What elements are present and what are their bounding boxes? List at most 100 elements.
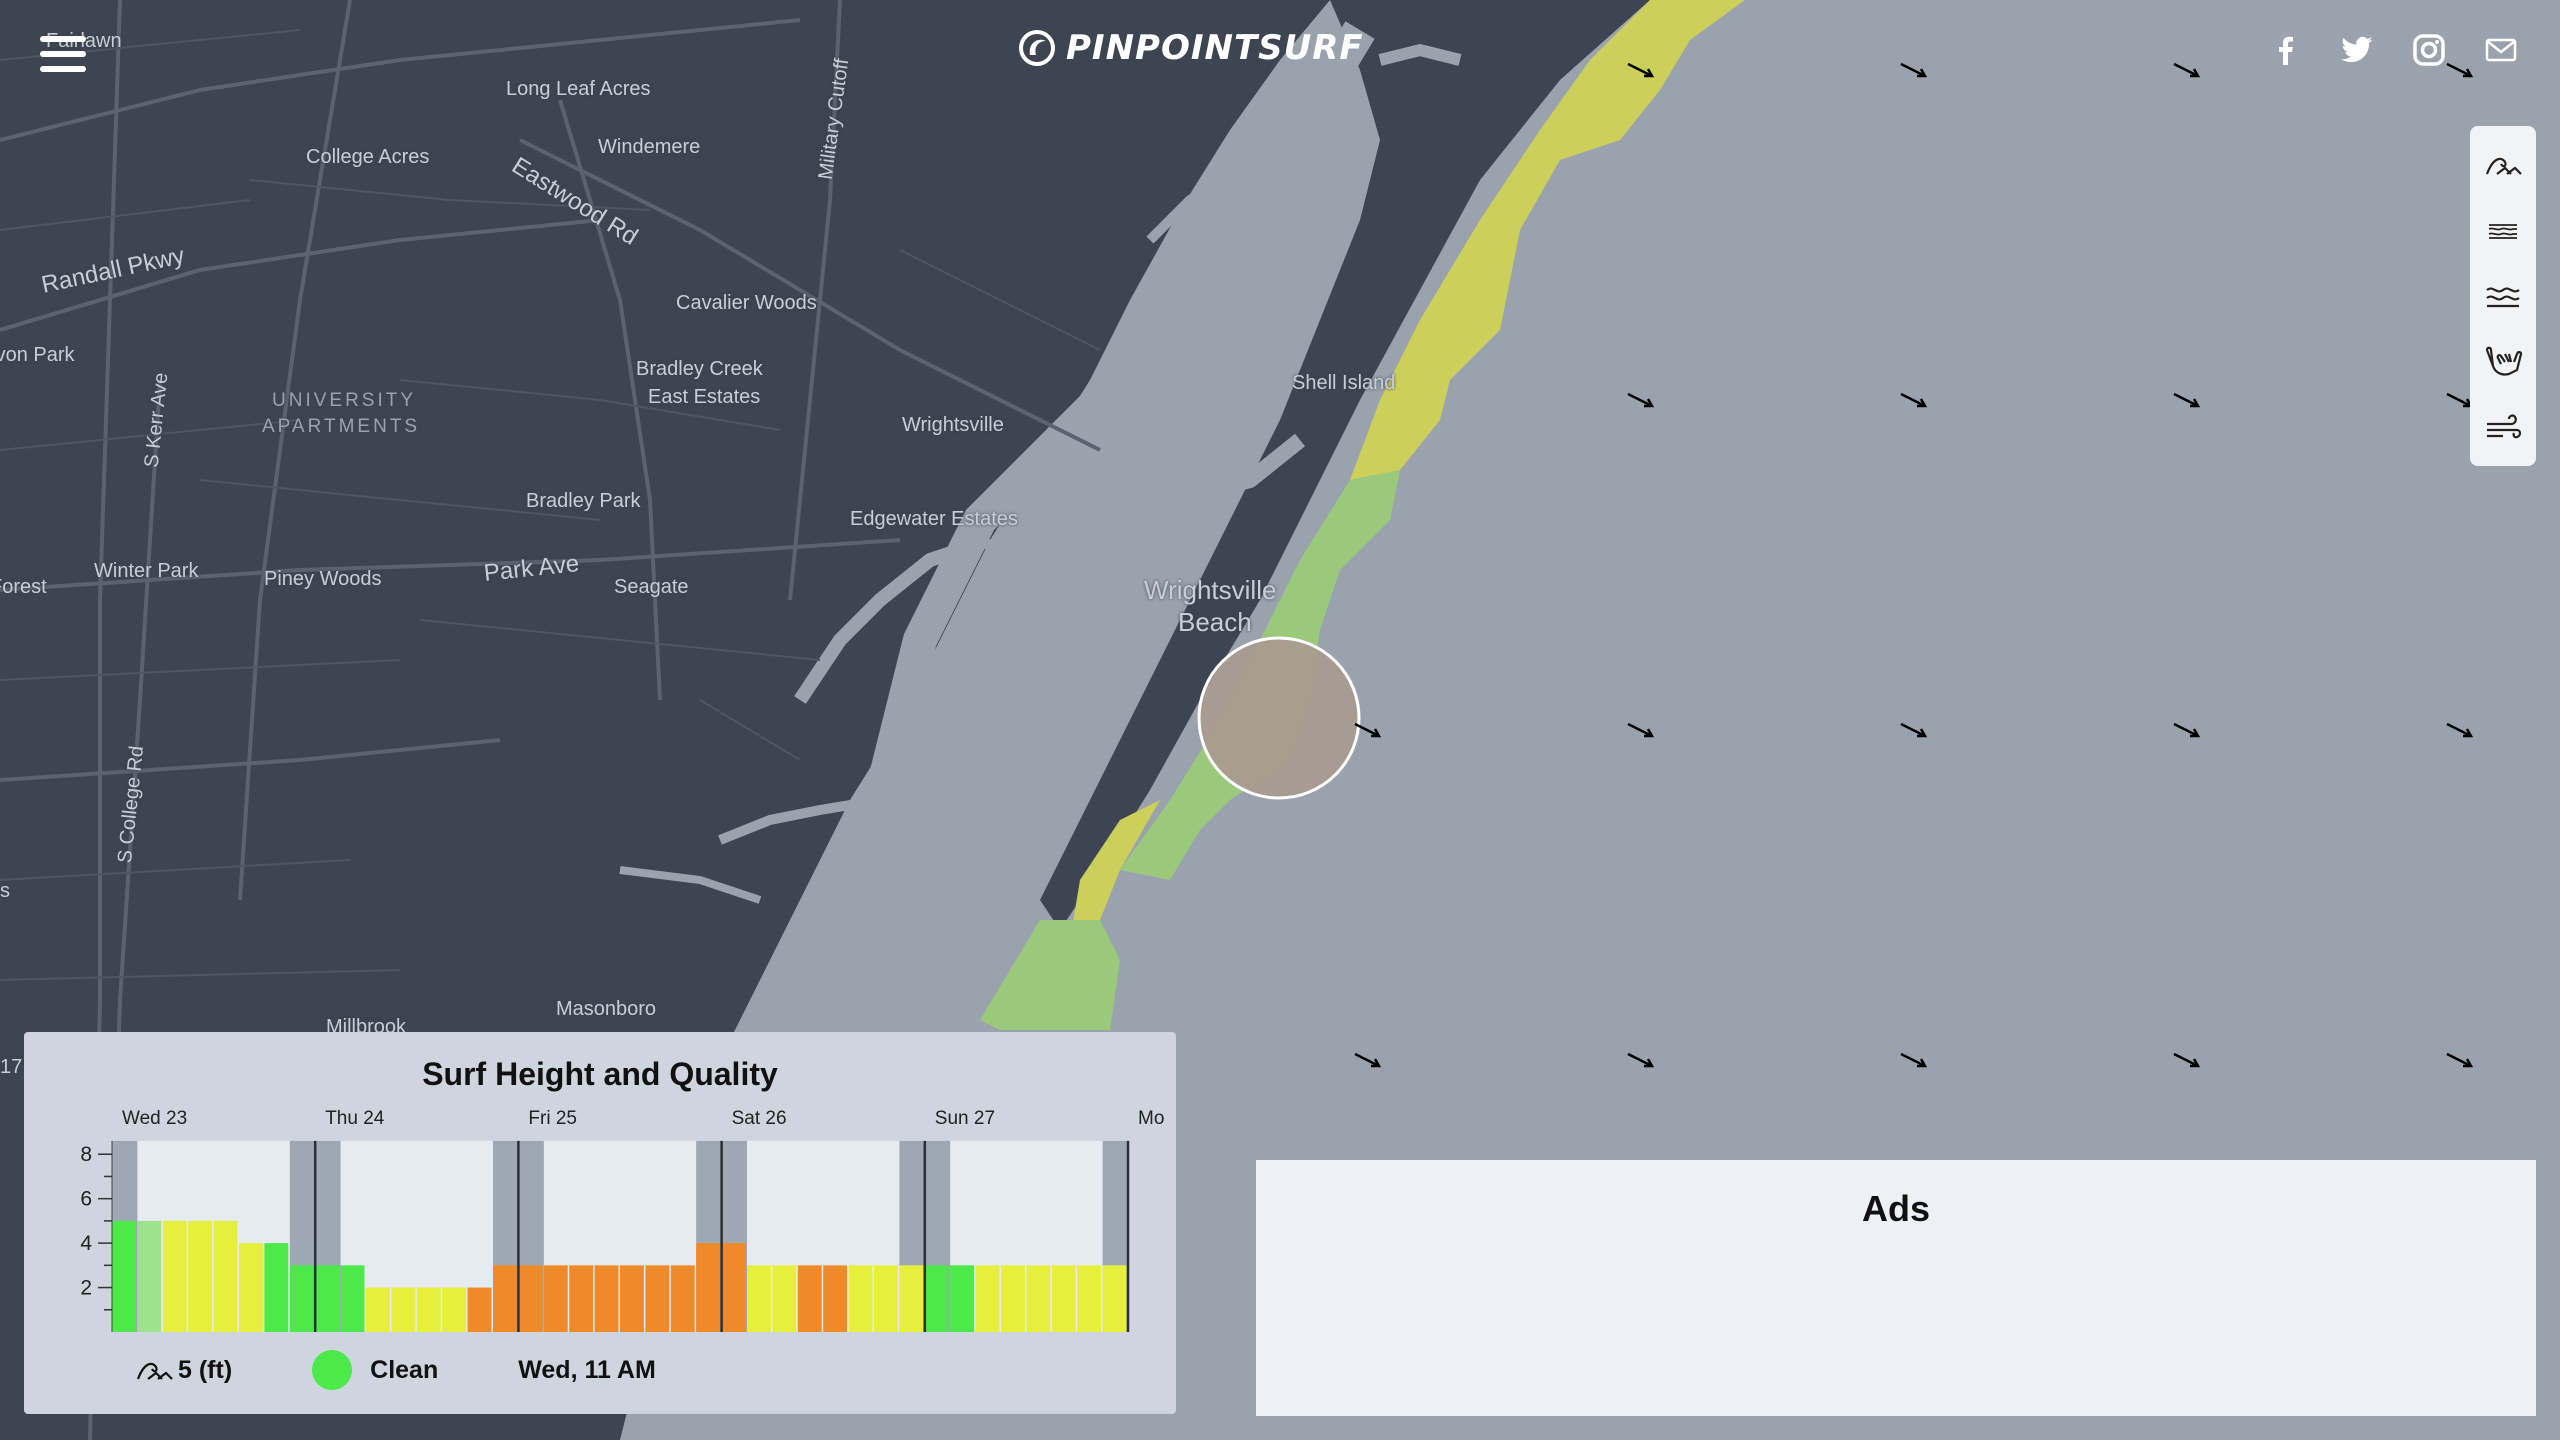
shaka-hand-icon bbox=[2485, 346, 2523, 376]
map-label: Seagate bbox=[614, 576, 689, 598]
map-label: Devon Park bbox=[0, 344, 75, 366]
chart-bar bbox=[442, 1287, 467, 1332]
chart-bar bbox=[721, 1243, 746, 1332]
chart-day-label: Sun 27 bbox=[935, 1108, 995, 1129]
surf-height-icon bbox=[2485, 157, 2522, 175]
social-facebook-button[interactable] bbox=[2266, 30, 2304, 70]
chart-bar bbox=[366, 1287, 390, 1332]
layer-waves-button[interactable] bbox=[2478, 271, 2528, 321]
chart-bar bbox=[137, 1220, 162, 1332]
quality-label: Clean bbox=[370, 1355, 439, 1384]
chart-y-tick-label: 8 bbox=[80, 1143, 92, 1166]
social-links bbox=[2266, 30, 2520, 70]
chart-bar bbox=[899, 1265, 924, 1332]
chart-bar bbox=[747, 1265, 771, 1332]
map-label: Masonboro bbox=[556, 998, 657, 1020]
map-label: Beach bbox=[1178, 607, 1252, 637]
chart-day-label: Thu 24 bbox=[325, 1108, 385, 1129]
map-label: Piney Woods bbox=[264, 568, 382, 590]
layer-swell-button[interactable] bbox=[2478, 205, 2528, 255]
chart-bar bbox=[162, 1220, 187, 1332]
twitter-icon bbox=[2341, 36, 2373, 63]
waves-icon bbox=[2486, 287, 2520, 308]
chart-bar bbox=[493, 1265, 517, 1332]
map-label: Windemere bbox=[598, 136, 701, 158]
social-mail-button[interactable] bbox=[2482, 30, 2520, 70]
map-label: UNIVERSITY bbox=[272, 390, 417, 411]
map-label: Wrightsville bbox=[1144, 575, 1277, 605]
chart-bar bbox=[874, 1265, 898, 1332]
chart-bar bbox=[213, 1220, 238, 1332]
map-label: 17 bbox=[0, 1056, 23, 1078]
brand-name: PINPOINTSURF bbox=[1066, 28, 1364, 68]
layer-surf-quality-button[interactable] bbox=[2478, 337, 2528, 387]
chart-y-tick-label: 4 bbox=[80, 1232, 92, 1255]
layer-surf-height-button[interactable] bbox=[2478, 140, 2528, 190]
social-instagram-button[interactable] bbox=[2410, 30, 2448, 70]
chart-bar bbox=[1026, 1265, 1051, 1332]
chart-bar bbox=[391, 1287, 416, 1332]
wind-icon bbox=[2487, 414, 2522, 439]
mail-icon bbox=[2485, 38, 2517, 62]
chart-bar bbox=[467, 1287, 492, 1332]
map-label: Cavalier Woods bbox=[676, 292, 817, 314]
chart-bar bbox=[950, 1265, 975, 1332]
chart-bar bbox=[264, 1243, 289, 1332]
map-label: s bbox=[0, 880, 10, 902]
map-label: Forest bbox=[0, 576, 47, 598]
map-label: Long Leaf Acres bbox=[506, 78, 651, 100]
selected-spot-marker[interactable] bbox=[1197, 636, 1361, 800]
chart-bar bbox=[239, 1243, 263, 1332]
chart-bar bbox=[823, 1265, 848, 1332]
layer-selector bbox=[2470, 126, 2536, 466]
chart-day-label: Sat 26 bbox=[732, 1108, 787, 1129]
chart-bar bbox=[1077, 1265, 1102, 1332]
chart-bar bbox=[645, 1265, 670, 1332]
hamburger-menu-icon bbox=[40, 36, 86, 42]
chart-bar bbox=[112, 1220, 136, 1332]
chart-bar bbox=[848, 1265, 873, 1332]
layer-wind-button[interactable] bbox=[2478, 402, 2528, 452]
social-twitter-button[interactable] bbox=[2338, 30, 2376, 70]
map-label: Bradley Park bbox=[526, 490, 641, 512]
chart-bar bbox=[569, 1265, 594, 1332]
surf-height-icon bbox=[136, 1362, 173, 1380]
chart-bar bbox=[1001, 1265, 1025, 1332]
chart-bar bbox=[772, 1265, 797, 1332]
instagram-icon bbox=[2413, 34, 2445, 66]
chart-bar bbox=[797, 1265, 822, 1332]
chart-day-label: Fri 25 bbox=[528, 1108, 577, 1129]
chart-bar bbox=[975, 1265, 1000, 1332]
chart-bar bbox=[1102, 1265, 1127, 1332]
chart-bar bbox=[670, 1265, 695, 1332]
surf-summary: 5 (ft) Clean Wed, 11 AM bbox=[134, 1350, 656, 1390]
chart-bar bbox=[188, 1220, 213, 1332]
chart-day-label: Mo bbox=[1138, 1108, 1164, 1129]
map-label: Bradley Creek bbox=[636, 358, 763, 380]
map-label: Wrightsville bbox=[902, 414, 1004, 436]
chart-bar bbox=[696, 1243, 721, 1332]
chart-bar bbox=[924, 1265, 949, 1332]
chart-bar bbox=[315, 1265, 340, 1332]
wave-swirl-icon bbox=[1019, 30, 1055, 66]
chart-bar bbox=[416, 1287, 441, 1332]
chart-bar bbox=[594, 1265, 619, 1332]
ads-title: Ads bbox=[1861, 1188, 1930, 1229]
current-surf-height: 5 (ft) bbox=[178, 1355, 233, 1384]
facebook-icon bbox=[2279, 36, 2293, 65]
chart-bar bbox=[518, 1265, 543, 1332]
quality-indicator-dot bbox=[312, 1350, 353, 1390]
surf-forecast-panel: Surf Height and Quality Wed 23 Thu 24 Fri … bbox=[24, 1032, 1176, 1414]
chart-bar bbox=[289, 1265, 314, 1332]
chart-y-tick-label: 2 bbox=[80, 1277, 92, 1300]
menu-button[interactable] bbox=[40, 36, 86, 88]
ads-panel[interactable]: Ads bbox=[1256, 1160, 2536, 1416]
map-label: Edgewater Estates bbox=[850, 508, 1018, 530]
chart-bar bbox=[543, 1265, 568, 1332]
map-label: College Acres bbox=[306, 146, 430, 168]
chart-y-tick-label: 6 bbox=[80, 1188, 92, 1211]
brand-logo[interactable]: PINPOINTSURF bbox=[1018, 26, 1364, 70]
map-label: APARTMENTS bbox=[262, 416, 421, 437]
chart-day-label: Wed 23 bbox=[122, 1108, 187, 1129]
chart-bar bbox=[620, 1265, 644, 1332]
